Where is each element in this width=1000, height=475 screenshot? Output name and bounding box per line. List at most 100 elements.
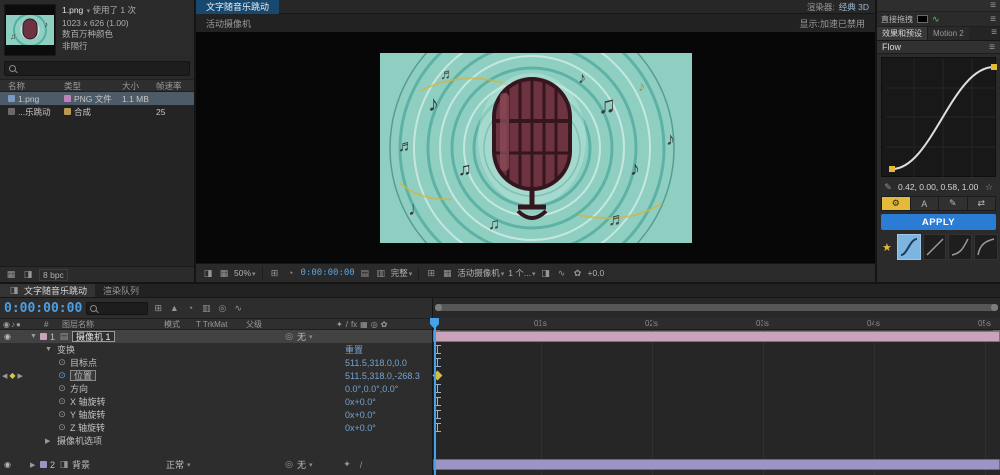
region-of-interest-icon[interactable]: ⊞ xyxy=(425,267,437,279)
show-channel-icon[interactable]: ▥ xyxy=(375,267,387,279)
exposure-value[interactable]: +0.0 xyxy=(587,268,604,278)
trkmat-column[interactable]: T TrkMat xyxy=(196,320,246,329)
current-time-display[interactable]: 0:00:00:00 xyxy=(4,301,82,316)
parent-value[interactable]: 无 xyxy=(297,458,306,471)
bit-depth-button[interactable]: 8 bpc xyxy=(39,269,68,281)
stopwatch-icon[interactable]: ⊙ xyxy=(56,357,68,369)
camera-layer-bar[interactable] xyxy=(433,331,1000,342)
prop-row-y-rotation[interactable]: ⊙ Y 轴旋转 0x+0.0° xyxy=(0,408,432,421)
tab-effects-presets[interactable]: 效果和预设 xyxy=(877,27,927,40)
flow-text-button[interactable]: A xyxy=(911,196,940,211)
navigator-start-handle[interactable] xyxy=(435,304,442,311)
column-size[interactable]: 大小 xyxy=(122,80,156,92)
chevron-down-icon[interactable]: ▾ xyxy=(87,8,91,15)
resolution-menu[interactable]: 完整▾ xyxy=(391,267,413,279)
prop-label[interactable]: X 轴旋转 xyxy=(70,395,106,408)
draft-3d-icon[interactable]: ▲ xyxy=(168,302,180,314)
pickwhip-icon[interactable]: ◎ xyxy=(283,459,295,471)
navigator-end-handle[interactable] xyxy=(991,304,998,311)
timeline-button-icon[interactable]: ✿ xyxy=(571,267,583,279)
view-layout-menu[interactable]: 1 个...▾ xyxy=(508,267,535,279)
renderer-value-button[interactable]: 经典 3D xyxy=(839,1,869,13)
prop-label[interactable]: Y 轴旋转 xyxy=(70,408,105,421)
flow-swap-button[interactable]: ⇄ xyxy=(968,196,997,211)
prop-row-z-rotation[interactable]: ⊙ Z 轴旋转 0x+0.0° xyxy=(0,421,432,434)
mode-column[interactable]: 模式 xyxy=(164,319,196,330)
current-time-indicator[interactable] xyxy=(434,318,436,475)
time-navigator[interactable] xyxy=(433,298,1000,318)
time-ruler[interactable]: 01s 02s 03s 04s 05s xyxy=(433,318,1000,330)
prop-value[interactable]: 0x+0.0° xyxy=(345,395,376,408)
number-column[interactable]: # xyxy=(44,320,58,329)
bezier-values[interactable]: 0.42, 0.00, 0.58, 1.00 xyxy=(898,182,978,192)
flow-curve-editor[interactable] xyxy=(881,57,996,177)
collapse-switch-icon[interactable]: / xyxy=(355,459,367,471)
prop-row-point-of-interest[interactable]: ⊙ 目标点 511.5,318.0,0.0 xyxy=(0,356,432,369)
footage-thumbnail[interactable]: ♪ ♫ xyxy=(4,4,56,56)
blend-mode-menu[interactable]: 正常▾ xyxy=(166,458,191,471)
viewer-timecode[interactable]: 0:00:00:00 xyxy=(301,268,355,278)
keyframe-diamond-icon[interactable]: ◆ xyxy=(9,371,15,380)
pickwhip-icon[interactable]: ◎ xyxy=(283,331,295,343)
layer-row-camera[interactable]: ◉ ▼ 1 ▤ 摄像机 1 ◎ 无 ▾ xyxy=(0,330,432,343)
flow-draw-button[interactable]: ✎ xyxy=(939,196,968,211)
stopwatch-icon[interactable]: ⊙ xyxy=(56,383,68,395)
new-folder-icon[interactable]: ◨ xyxy=(22,269,34,281)
project-item-row[interactable]: 1.png PNG 文件 1.1 MB xyxy=(0,92,194,105)
parent-value[interactable]: 无 xyxy=(297,330,306,343)
hide-shy-layers-icon[interactable]: ◔ xyxy=(184,302,196,314)
prop-label[interactable]: 目标点 xyxy=(70,356,97,369)
prop-row-position[interactable]: ◀ ◆ ▶ ⊙ 位置 511.5,318.0,-268.3 xyxy=(0,369,432,382)
fast-previews-icon[interactable]: ∿ xyxy=(555,267,567,279)
snapshot-icon[interactable]: ◨ xyxy=(202,267,214,279)
interpret-footage-icon[interactable]: ▦ xyxy=(5,269,17,281)
stopwatch-active-icon[interactable]: ⊙ xyxy=(56,370,68,382)
preset-thumb[interactable] xyxy=(923,234,947,260)
twirl-open-icon[interactable]: ▼ xyxy=(45,346,52,353)
edit-values-icon[interactable]: ✎ xyxy=(882,181,894,193)
transparency-grid-icon[interactable]: ▦ xyxy=(441,267,453,279)
prop-label-selected[interactable]: 位置 xyxy=(70,370,96,381)
project-search-input[interactable] xyxy=(4,61,190,76)
panel-menu-icon[interactable]: ≡ xyxy=(991,27,997,40)
apply-button[interactable]: APPLY xyxy=(881,214,996,230)
prop-value[interactable]: 0x+0.0° xyxy=(345,408,376,421)
timeline-search-input[interactable] xyxy=(86,302,148,315)
project-item-row[interactable]: ...乐跳动 合成 25 xyxy=(0,105,194,118)
prop-value[interactable]: 511.5,318.0,-268.3 xyxy=(345,369,420,382)
parent-column[interactable]: 父级 xyxy=(246,319,336,330)
panel-menu-icon[interactable]: ≡ xyxy=(989,42,995,53)
stopwatch-icon[interactable]: ⊙ xyxy=(56,409,68,421)
tab-composition-timeline[interactable]: ◨ 文字随音乐跳动 xyxy=(0,284,95,297)
panel-menu-icon[interactable]: ≡ xyxy=(990,14,996,25)
prop-row-x-rotation[interactable]: ⊙ X 轴旋转 0x+0.0° xyxy=(0,395,432,408)
tab-render-queue[interactable]: 渲染队列 xyxy=(95,284,147,297)
magnification-menu[interactable]: 50%▾ xyxy=(234,268,256,278)
quality-switch-icon[interactable]: ✦ xyxy=(341,459,353,471)
flow-settings-button[interactable]: ⚙ xyxy=(881,196,911,211)
layer-label-chip[interactable] xyxy=(40,461,47,468)
preset-thumb[interactable] xyxy=(974,234,998,260)
prev-keyframe-icon[interactable]: ◀ xyxy=(2,372,7,380)
twirl-closed-icon[interactable]: ▶ xyxy=(45,437,50,445)
mask-visibility-icon[interactable]: ◔ xyxy=(285,267,297,279)
layer-label-chip[interactable] xyxy=(40,333,47,340)
snapshot-camera-icon[interactable]: ▤ xyxy=(359,267,371,279)
graph-editor-icon[interactable]: ∿ xyxy=(232,302,244,314)
3d-view-menu[interactable]: 活动摄像机▾ xyxy=(457,267,504,279)
presets-star-icon[interactable]: ★ xyxy=(879,241,895,254)
stopwatch-icon[interactable]: ⊙ xyxy=(56,396,68,408)
label-color-chip[interactable] xyxy=(64,108,71,115)
prop-row-orientation[interactable]: ⊙ 方向 0.0°,0.0°,0.0° xyxy=(0,382,432,395)
solo-column-icon[interactable]: ● xyxy=(16,320,22,329)
column-rate[interactable]: 帧速率 xyxy=(156,80,194,92)
transform-group-row[interactable]: ▼ 变换 重置 xyxy=(0,343,432,356)
layer-name-editbox[interactable]: 摄像机 1 xyxy=(72,331,115,342)
column-type[interactable]: 类型 xyxy=(64,80,122,92)
prop-value[interactable]: 511.5,318.0,0.0 xyxy=(345,356,407,369)
pixel-aspect-icon[interactable]: ◨ xyxy=(539,267,551,279)
eye-icon[interactable]: ◉ xyxy=(4,460,11,469)
motion-blur-icon[interactable]: ◎ xyxy=(216,302,228,314)
tab-motion2[interactable]: Motion 2 xyxy=(927,27,969,40)
channels-icon[interactable]: ▦ xyxy=(218,267,230,279)
